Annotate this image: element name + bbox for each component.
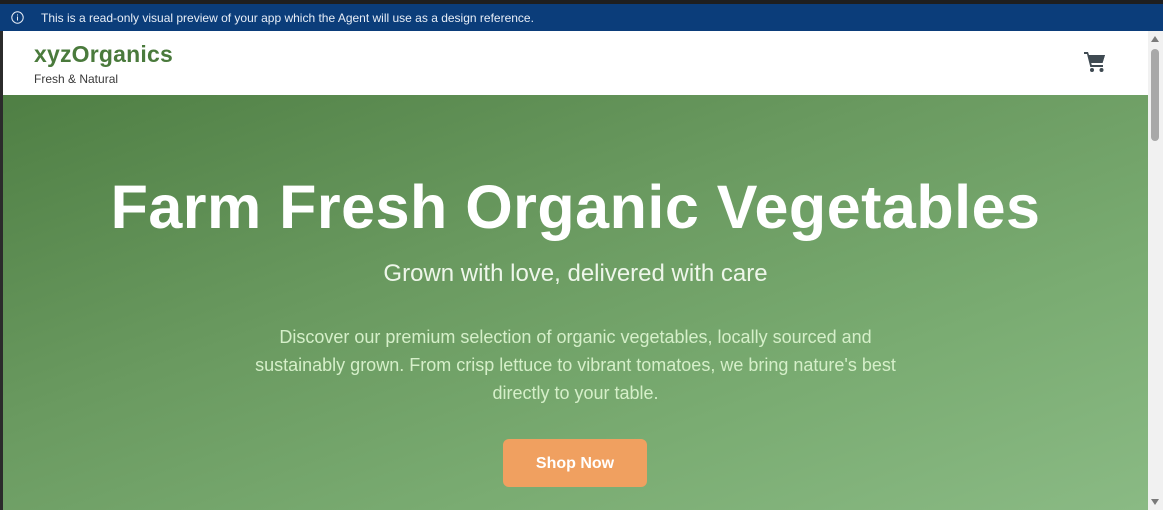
hero-title: Farm Fresh Organic Vegetables <box>110 173 1041 241</box>
app-viewport: xyzOrganics Fresh & Natural Farm Fresh O… <box>3 31 1148 510</box>
brand-tagline: Fresh & Natural <box>34 72 119 86</box>
scroll-down-arrow-icon[interactable] <box>1151 499 1159 505</box>
info-icon <box>11 11 24 24</box>
hero-description: Discover our premium selection of organi… <box>255 327 896 403</box>
preview-banner: This is a read-only visual preview of yo… <box>0 4 1163 31</box>
scrollbar-thumb[interactable] <box>1151 49 1159 141</box>
brand-name[interactable]: xyzOrganics <box>34 41 173 68</box>
page-scrollbar[interactable] <box>1148 31 1163 510</box>
app-preview-frame: This is a read-only visual preview of yo… <box>0 0 1163 510</box>
hero-section: Farm Fresh Organic Vegetables Grown with… <box>3 95 1148 510</box>
site-header: xyzOrganics Fresh & Natural <box>3 31 1148 95</box>
cart-button[interactable] <box>1083 50 1109 74</box>
cart-icon <box>1084 52 1105 72</box>
preview-banner-text: This is a read-only visual preview of yo… <box>41 10 534 25</box>
shop-now-button[interactable]: Shop Now <box>503 439 647 487</box>
scroll-up-arrow-icon[interactable] <box>1151 36 1159 42</box>
hero-subtitle: Grown with love, delivered with care <box>383 260 768 287</box>
